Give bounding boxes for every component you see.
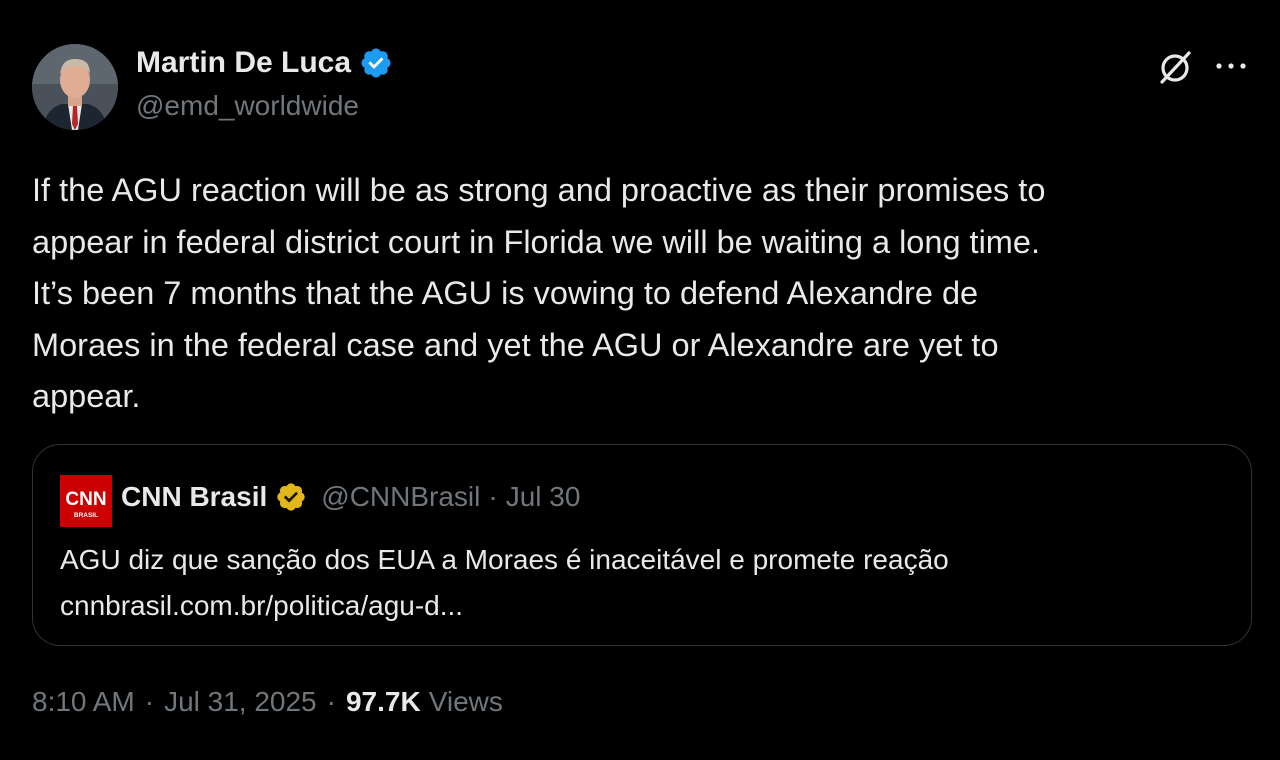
quoted-author-name[interactable]: CNN Brasil: [121, 481, 267, 513]
svg-text:CNN: CNN: [65, 489, 106, 510]
quoted-tweet-card[interactable]: CNN BRASIL CNN Brasil @CNNBrasil · Jul 3…: [32, 444, 1252, 646]
quoted-tweet-header: CNN Brasil @CNNBrasil · Jul 30: [121, 481, 580, 513]
cnn-logo-icon: CNN BRASIL: [60, 475, 112, 527]
author-avatar[interactable]: [32, 44, 118, 130]
gold-verified-badge-icon[interactable]: [275, 481, 307, 513]
quoted-author-handle[interactable]: @CNNBrasil: [321, 481, 480, 513]
meta-separator: ·: [144, 686, 155, 717]
svg-text:BRASIL: BRASIL: [74, 512, 98, 519]
tweet-date[interactable]: Jul 31, 2025: [164, 686, 317, 718]
quoted-tweet-date[interactable]: Jul 30: [506, 481, 581, 513]
tweet-meta: 8:10 AM · Jul 31, 2025 · 97.7K Views: [32, 686, 503, 718]
author-name[interactable]: Martin De Luca: [136, 46, 393, 80]
tweet-text: If the AGU reaction will be as strong an…: [32, 172, 1046, 414]
profile-photo-icon: [32, 44, 118, 130]
more-icon[interactable]: [1214, 54, 1248, 78]
author-handle[interactable]: @emd_worldwide: [136, 90, 359, 122]
verified-badge-icon[interactable]: [359, 46, 393, 80]
views-count[interactable]: 97.7K: [346, 686, 421, 718]
tweet-time[interactable]: 8:10 AM: [32, 686, 135, 718]
cnn-brasil-logo[interactable]: CNN BRASIL: [60, 475, 112, 527]
meta-separator: ·: [326, 686, 336, 717]
views-label[interactable]: Views: [429, 686, 503, 718]
grok-icon[interactable]: [1158, 48, 1194, 86]
author-name-text[interactable]: Martin De Luca: [136, 46, 351, 80]
quoted-separator: ·: [488, 481, 498, 512]
tweet: Martin De Luca @emd_worldwide If the AGU…: [0, 0, 1280, 760]
quoted-tweet-text: AGU diz que sanção dos EUA a Moraes é in…: [60, 544, 949, 621]
